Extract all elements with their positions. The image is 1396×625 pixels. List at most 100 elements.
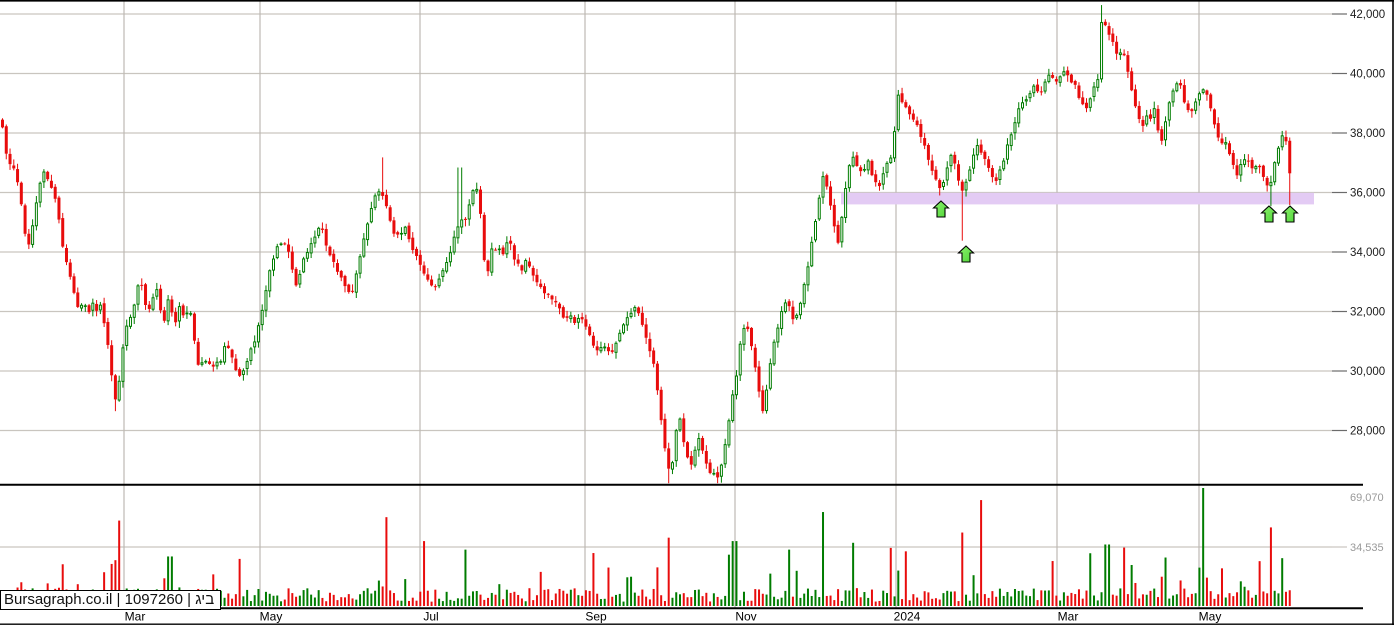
candle: [445, 257, 449, 274]
candle-body-up: [490, 248, 494, 273]
candlestick-chart[interactable]: 42,000 40,000 38,000 36,000 34,000 32,000 30,0…: [0, 0, 1396, 625]
candle-body-down: [283, 243, 287, 245]
candle-body-up: [166, 299, 170, 322]
candle: [471, 189, 475, 207]
volume-bar: [584, 590, 587, 606]
candle-body-down: [1133, 89, 1137, 107]
volume-bar: [370, 593, 373, 606]
candle-body-up: [629, 312, 633, 318]
candle-body-down: [1, 119, 4, 128]
volume-bar: [377, 580, 380, 606]
candle-body-down: [512, 245, 516, 260]
candle: [448, 245, 452, 267]
candle-body-down: [750, 327, 754, 347]
volume-bar: [264, 591, 267, 606]
candle: [576, 314, 580, 329]
candle: [783, 299, 787, 314]
candle: [1205, 89, 1209, 101]
candle-body-up: [712, 472, 716, 475]
volume-bar: [355, 599, 358, 606]
candle-body-up: [576, 317, 580, 323]
volume-bar: [720, 599, 723, 606]
volume-bar: [697, 589, 700, 606]
volume-bar: [1175, 594, 1178, 606]
volume-bar: [810, 596, 813, 606]
candle: [1100, 5, 1104, 83]
price-axis-label: 40,000: [1350, 69, 1385, 81]
candle-body-down: [430, 279, 434, 286]
candle: [1081, 91, 1085, 106]
candle: [106, 317, 110, 349]
candle-body-down: [1258, 165, 1262, 168]
candle-body-down: [1284, 136, 1288, 142]
volume-bar: [663, 600, 666, 606]
candle-body-down: [1288, 140, 1292, 174]
candle-body-up: [253, 341, 257, 348]
candle: [125, 319, 129, 351]
volume-bar: [965, 594, 968, 606]
candle: [509, 236, 513, 251]
volume-bar: [1262, 591, 1265, 606]
candle-body-down: [1066, 70, 1070, 76]
volume-bar: [1205, 577, 1208, 606]
volume-bar: [626, 577, 629, 606]
candle: [629, 308, 633, 319]
candle-body-up: [505, 242, 509, 255]
candle: [283, 242, 287, 246]
candle: [328, 245, 332, 257]
volume-bar: [1006, 591, 1009, 606]
volume-bar: [1070, 592, 1073, 606]
candle: [140, 278, 144, 291]
candle: [580, 312, 584, 324]
candle-body-up: [31, 225, 35, 245]
volume-bar: [1153, 588, 1156, 606]
volume-bar: [942, 593, 945, 606]
candle-body-down: [663, 418, 667, 449]
volume-bar: [517, 594, 520, 606]
candle: [795, 313, 799, 320]
candle-body-down: [1205, 90, 1209, 95]
volume-bar: [825, 595, 828, 606]
volume-bar: [618, 593, 621, 606]
volume-bar: [675, 592, 678, 606]
candle-body-down: [1054, 79, 1058, 82]
candle: [497, 244, 501, 255]
volume-bar: [709, 601, 712, 606]
candle: [287, 238, 291, 259]
month-label: Mar: [125, 610, 146, 624]
volume-bar: [983, 594, 986, 606]
candle: [659, 386, 663, 425]
candle-body-up: [727, 420, 731, 446]
candle: [230, 348, 234, 364]
candle: [972, 148, 976, 174]
volume-bar: [261, 600, 264, 606]
candle: [358, 254, 362, 279]
candle-body-down: [1231, 152, 1235, 165]
candle: [678, 417, 682, 432]
time-axis: Mar May Jul Sep Nov 2024 Mar May: [125, 610, 1222, 624]
candle-body-up: [569, 315, 573, 320]
volume-bar: [328, 592, 331, 606]
volume-bar: [411, 597, 414, 606]
candle: [923, 132, 927, 150]
candle-body-down: [1220, 138, 1224, 144]
volume-bar: [471, 591, 474, 606]
candle: [535, 268, 539, 287]
volume-bar: [400, 600, 403, 606]
candle: [467, 199, 471, 226]
candle-body-down: [606, 347, 610, 352]
candle-body-down: [904, 102, 908, 108]
candle: [166, 295, 170, 326]
candle-body-down: [1077, 85, 1081, 98]
volume-bar: [1134, 582, 1137, 606]
candle-body-up: [625, 317, 629, 326]
candle-body-down: [520, 265, 524, 271]
candle: [501, 245, 505, 256]
candle: [569, 311, 573, 323]
volume-bar: [1089, 553, 1092, 606]
candle-body-down: [1141, 119, 1145, 126]
candle: [1231, 150, 1235, 170]
candle-body-up: [1167, 102, 1171, 121]
candle-body-down: [332, 253, 336, 262]
candle-body-up: [821, 176, 825, 198]
